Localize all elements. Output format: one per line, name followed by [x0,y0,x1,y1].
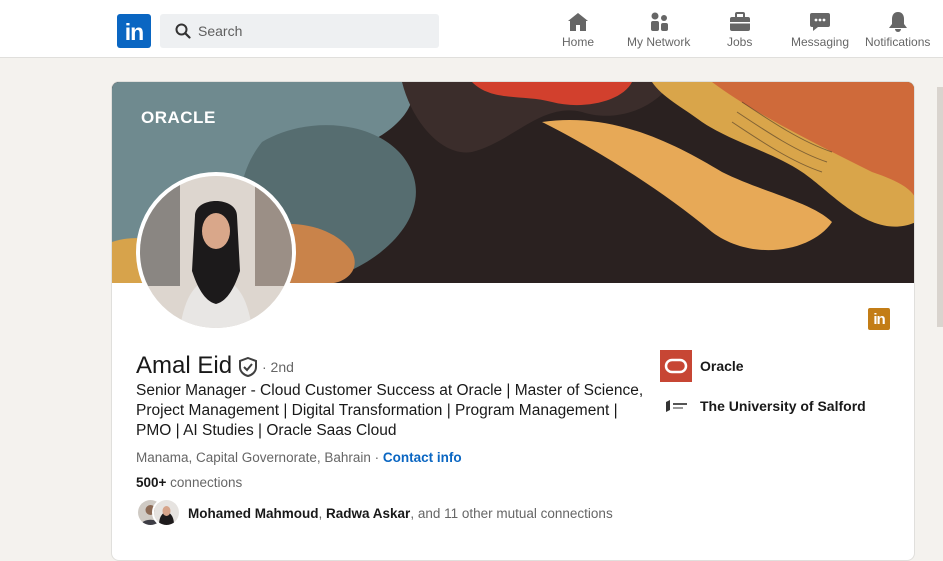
education-salford[interactable]: The University of Salford [660,394,866,418]
profile-card: ORACLE in Amal Eid · 2nd Senior Manager … [111,81,915,561]
profile-photo [140,176,292,328]
profile-headline: Senior Manager - Cloud Customer Success … [136,382,644,439]
banner-brand-text: ORACLE [141,108,216,127]
experience-oracle-label: Oracle [700,358,744,374]
home-icon [568,13,588,31]
page-edge-strip [937,87,943,327]
nav-my-network-label: My Network [627,35,691,49]
location-text: Manama, Capital Governorate, Bahrain [136,450,371,465]
nav-my-network[interactable]: My Network [627,10,690,49]
mutual-name-2: Radwa Askar [326,506,411,521]
nav-messaging-label: Messaging [791,35,850,49]
nav-jobs[interactable]: Jobs [727,10,752,49]
bell-icon [888,12,907,32]
oracle-logo-icon [660,350,692,382]
messaging-icon [810,13,831,31]
experience-oracle[interactable]: Oracle [660,350,744,382]
top-navigation-bar: in Home My Network Jobs Messaging Notifi… [0,0,943,58]
contact-info-link[interactable]: Contact info [383,450,462,465]
location-separator: · [370,450,383,465]
connections-label: connections [166,475,243,490]
mutual-separator: , [318,506,327,521]
university-logo-icon [660,394,692,418]
briefcase-icon [729,12,750,31]
profile-avatar[interactable] [136,172,296,332]
search-input[interactable] [198,20,428,42]
education-salford-label: The University of Salford [700,398,866,414]
connection-degree: · 2nd [262,359,294,375]
search-icon [175,23,191,39]
mutual-avatars[interactable] [136,498,182,528]
nav-jobs-label: Jobs [727,35,753,49]
nav-home-label: Home [562,35,595,49]
mutual-connections-text[interactable]: Mohamed Mahmoud, Radwa Askar, and 11 oth… [188,506,613,521]
verified-shield-icon[interactable] [238,357,258,377]
nav-home[interactable]: Home [562,10,594,49]
linkedin-logo[interactable]: in [117,14,151,48]
location-line: Manama, Capital Governorate, Bahrain · C… [136,450,462,465]
premium-linkedin-icon: in [868,308,890,330]
network-icon [650,12,668,31]
profile-name: Amal Eid [136,352,233,379]
mutual-avatar-2 [152,498,181,527]
nav-notifications-label: Notifications [865,35,931,49]
connections-number: 500+ [136,475,167,490]
mutual-rest: , and 11 other mutual connections [410,506,613,521]
search-box[interactable] [160,14,439,48]
nav-notifications[interactable]: Notifications [865,10,930,49]
nav-messaging[interactable]: Messaging [791,10,849,49]
mutual-name-1: Mohamed Mahmoud [188,506,319,521]
connections-count[interactable]: 500+ connections [136,475,242,490]
